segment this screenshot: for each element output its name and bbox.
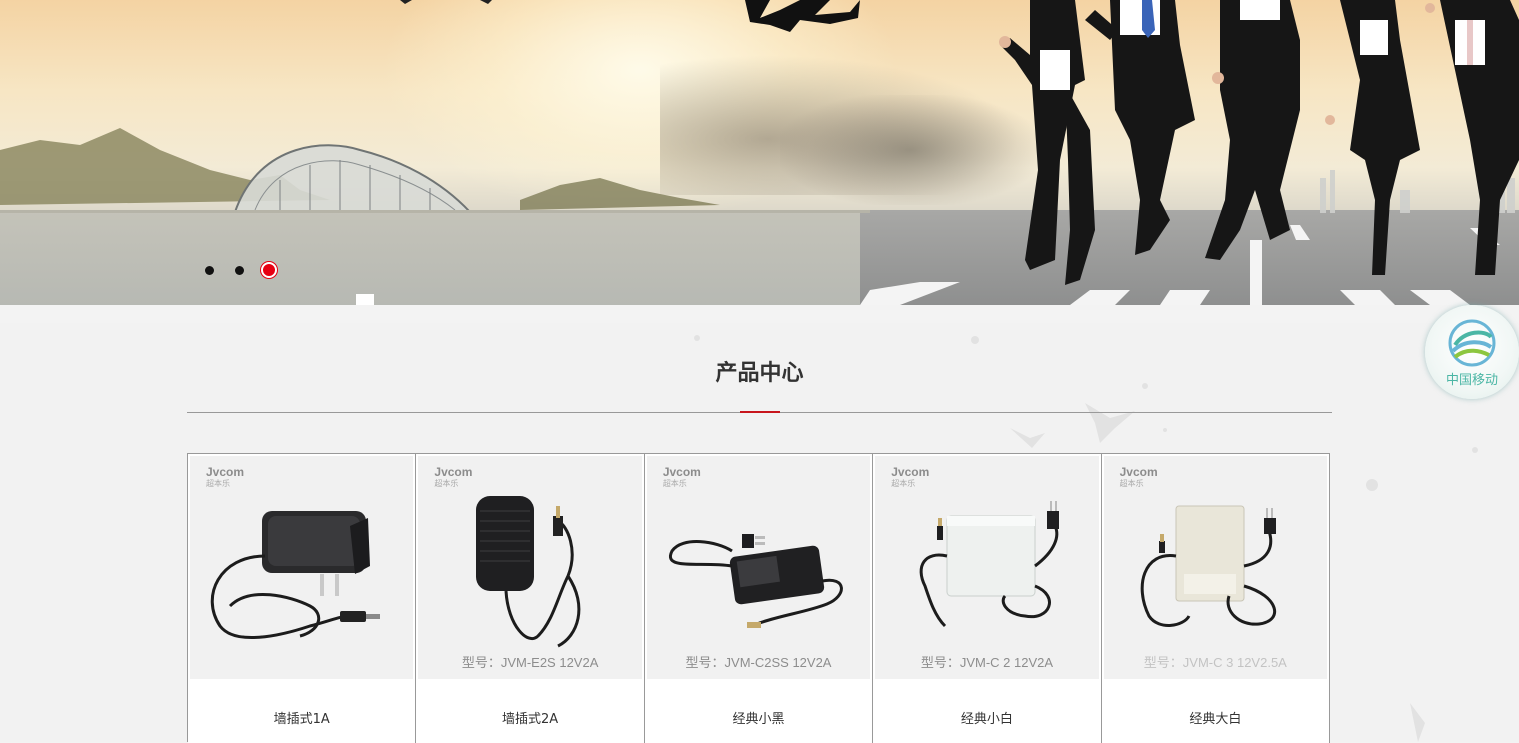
- product-card[interactable]: Jvcom 超本乐 型号：JVM-C2SS 12V2A 经典小黑: [644, 454, 874, 743]
- product-card[interactable]: Jvcom 超本乐 型号：JVM-E2S 12V2A 墙插式2A: [416, 454, 645, 743]
- banner-corner-mark: [356, 294, 374, 305]
- slider-dot-3-active[interactable]: [261, 262, 277, 278]
- floating-service-badge[interactable]: 中国移动: [1425, 305, 1519, 399]
- product-image[interactable]: Jvcom 超本乐: [190, 456, 414, 679]
- product-grid: Jvcom 超本乐 墙插式1A Jvcom 超本乐 型号：JVM-E2S 12V…: [187, 453, 1331, 743]
- product-image[interactable]: Jvcom 超本乐 型号：JVM-C 2 12V2A: [875, 456, 1099, 679]
- model-label: 型号：JVM-C 2 12V2A: [920, 655, 1054, 670]
- product-card[interactable]: Jvcom 超本乐 型号：JVM-C 3 12V2.5A 经典大白: [1101, 454, 1331, 743]
- model-label: 型号：JVM-E2S 12V2A: [461, 655, 599, 670]
- product-center-section: 产品中心 Jvcom 超本乐 墙插式1A Jvcom 超本乐 型号：JVM-E2…: [0, 323, 1519, 743]
- title-accent-bar: [740, 411, 780, 413]
- wall-adapter-icon: [476, 496, 581, 648]
- product-name[interactable]: 墙插式2A: [416, 708, 643, 727]
- product-card[interactable]: Jvcom 超本乐 墙插式1A: [188, 454, 417, 743]
- product-image[interactable]: Jvcom 超本乐 型号：JVM-E2S 12V2A: [418, 456, 642, 679]
- model-label: 型号：JVM-C 3 12V2.5A: [1143, 655, 1287, 670]
- white-box-adapter-icon: [1140, 505, 1276, 627]
- product-name[interactable]: 经典大白: [1102, 708, 1329, 727]
- white-box-adapter-icon: [919, 501, 1060, 628]
- badge-label: 中国移动: [1445, 373, 1498, 388]
- slider-dot-1[interactable]: [205, 265, 214, 275]
- product-card[interactable]: Jvcom 超本乐 型号：JVM-C 2 12V2A 经典小白: [873, 454, 1102, 743]
- slider-pagination: [205, 260, 298, 280]
- product-name[interactable]: 经典小黑: [645, 708, 872, 727]
- slider-dot-2[interactable]: [235, 265, 244, 275]
- product-name[interactable]: 经典小白: [873, 708, 1100, 727]
- product-image[interactable]: Jvcom 超本乐 型号：JVM-C 3 12V2.5A: [1103, 456, 1328, 679]
- stadium-illustration: [234, 144, 471, 213]
- wall-adapter-icon: [210, 511, 380, 639]
- product-image[interactable]: Jvcom 超本乐 型号：JVM-C2SS 12V2A: [646, 456, 871, 679]
- desktop-adapter-icon: [668, 534, 843, 628]
- hero-banner[interactable]: [0, 0, 1519, 305]
- model-label: 型号：JVM-C2SS 12V2A: [685, 655, 832, 670]
- section-title: 产品中心: [715, 361, 804, 386]
- product-name[interactable]: 墙插式1A: [188, 708, 415, 727]
